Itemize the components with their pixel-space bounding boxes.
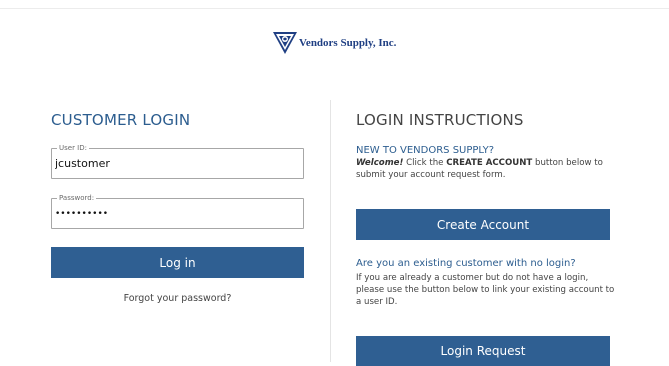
user-id-input[interactable] (55, 157, 295, 170)
create-account-button[interactable]: Create Account (356, 209, 610, 240)
column-divider (330, 100, 331, 362)
login-button[interactable]: Log in (51, 247, 304, 278)
brand-logo[interactable]: Vendors Supply, Inc. (272, 27, 396, 59)
create-account-emphasis: CREATE ACCOUNT (446, 158, 533, 168)
login-instructions-title: LOGIN INSTRUCTIONS (356, 111, 524, 129)
existing-customer-heading: Are you an existing customer with no log… (356, 258, 576, 269)
welcome-text: Welcome! (356, 158, 404, 168)
user-id-label: User ID: (57, 143, 89, 153)
header-divider (0, 8, 669, 9)
vendors-supply-emblem-icon (273, 32, 297, 54)
new-customer-heading: NEW TO VENDORS SUPPLY? (356, 145, 495, 156)
customer-login-title: CUSTOMER LOGIN (51, 111, 191, 129)
password-input[interactable]: •••••••••• (55, 209, 295, 219)
forgot-password-link[interactable]: Forgot your password? (51, 293, 304, 304)
new-customer-text: Welcome! Click the CREATE ACCOUNT button… (356, 157, 618, 181)
user-id-field[interactable]: User ID: (51, 143, 304, 179)
password-field[interactable]: Password: •••••••••• (51, 193, 304, 229)
new-customer-text-part1: Click the (403, 158, 447, 168)
brand-name: Vendors Supply, Inc. (299, 37, 397, 49)
password-label: Password: (57, 193, 97, 203)
existing-customer-text: If you are already a customer but do not… (356, 273, 615, 307)
